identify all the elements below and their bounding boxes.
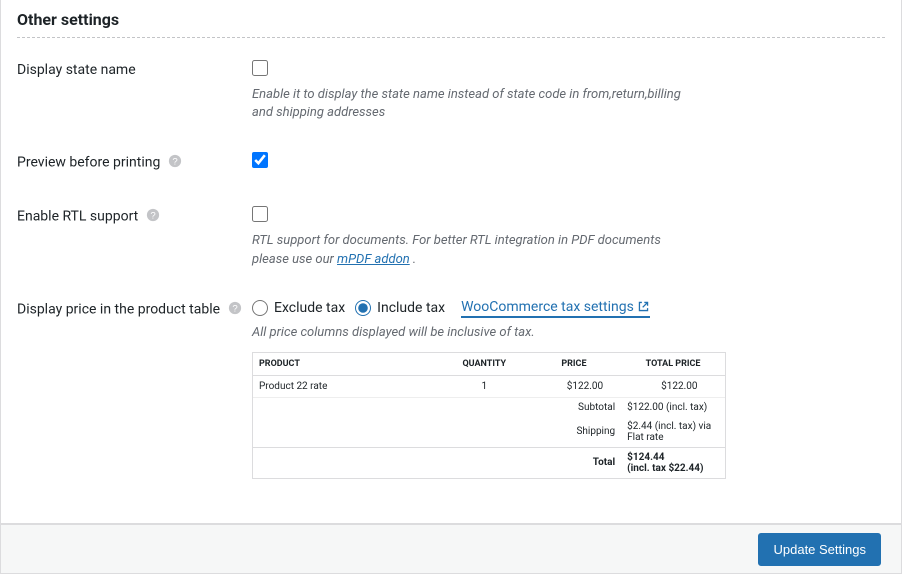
- price-preview-table: PRODUCT QUANTITY PRICE TOTAL PRICE Produ…: [252, 352, 726, 479]
- woo-link-text: WooCommerce tax settings: [461, 299, 634, 315]
- total-label: Total: [527, 447, 621, 478]
- shipping-label: Shipping: [527, 417, 621, 448]
- update-settings-button[interactable]: Update Settings: [758, 533, 881, 566]
- subtotal-value: $122.00 (incl. tax): [621, 397, 725, 417]
- total-value: $124.44 (incl. tax $22.44): [621, 447, 725, 478]
- svg-text:?: ?: [150, 211, 155, 222]
- section-heading: Other settings: [17, 2, 885, 38]
- preview-label: Preview before printing: [17, 155, 160, 171]
- cell-price: $122.00: [527, 375, 621, 397]
- exclude-tax-radio[interactable]: [252, 300, 268, 316]
- external-link-icon: [637, 300, 650, 313]
- mpdf-addon-link[interactable]: mPDF addon: [337, 252, 410, 267]
- total-value-line2: (incl. tax $22.44): [627, 463, 703, 474]
- help-icon[interactable]: ?: [168, 154, 182, 172]
- cell-product: Product 22 rate: [253, 375, 442, 397]
- svg-text:?: ?: [232, 303, 237, 314]
- include-tax-label: Include tax: [377, 300, 445, 316]
- state-name-description: Enable it to display the state name inst…: [252, 86, 692, 122]
- col-quantity: QUANTITY: [442, 353, 527, 376]
- preview-checkbox[interactable]: [252, 152, 268, 168]
- rtl-desc-pre: RTL support for documents. For better RT…: [252, 233, 661, 266]
- col-price: PRICE: [527, 353, 621, 376]
- shipping-value: $2.44 (incl. tax) via Flat rate: [621, 417, 725, 448]
- state-name-label: Display state name: [17, 62, 136, 78]
- svg-text:?: ?: [172, 157, 177, 168]
- subtotal-label: Subtotal: [527, 397, 621, 417]
- exclude-tax-option[interactable]: Exclude tax: [252, 300, 345, 316]
- rtl-desc-post: .: [410, 252, 417, 267]
- cell-quantity: 1: [442, 375, 527, 397]
- help-icon[interactable]: ?: [228, 301, 242, 319]
- price-display-label: Display price in the product table: [17, 301, 220, 317]
- total-value-line1: $124.44: [627, 452, 664, 463]
- rtl-label: Enable RTL support: [17, 209, 138, 225]
- price-display-description: All price columns displayed will be incl…: [252, 324, 692, 342]
- include-tax-radio[interactable]: [355, 300, 371, 316]
- settings-panel: Other settings Display state name Enable…: [0, 0, 902, 524]
- rtl-description: RTL support for documents. For better RT…: [252, 232, 692, 268]
- cell-total: $122.00: [621, 375, 725, 397]
- help-icon[interactable]: ?: [146, 208, 160, 226]
- state-name-checkbox[interactable]: [252, 60, 268, 76]
- footer-bar: Update Settings: [0, 524, 902, 574]
- col-total: TOTAL PRICE: [621, 353, 725, 376]
- col-product: PRODUCT: [253, 353, 442, 376]
- table-row: Product 22 rate 1 $122.00 $122.00: [253, 375, 725, 397]
- woocommerce-tax-settings-link[interactable]: WooCommerce tax settings: [461, 299, 650, 318]
- settings-form: Display state name Enable it to display …: [17, 44, 885, 493]
- rtl-checkbox[interactable]: [252, 206, 268, 222]
- exclude-tax-label: Exclude tax: [274, 300, 345, 316]
- include-tax-option[interactable]: Include tax: [355, 300, 445, 316]
